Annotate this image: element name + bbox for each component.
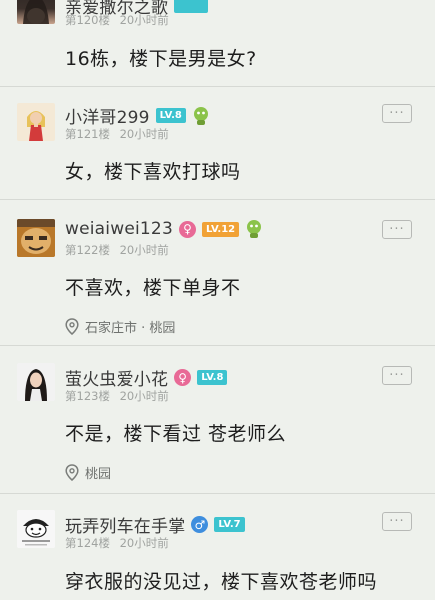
- username[interactable]: weiaiwei123: [65, 219, 173, 239]
- post-content: 穿衣服的没见过，楼下喜欢苍老师吗: [65, 571, 378, 593]
- divider: [0, 86, 435, 87]
- male-icon: ♂: [191, 516, 209, 533]
- post-time: 20小时前: [119, 127, 169, 141]
- post-content: 女，楼下喜欢打球吗: [65, 161, 241, 183]
- post-time: 20小时前: [119, 13, 169, 27]
- avatar[interactable]: [17, 363, 55, 401]
- post-meta: 第123楼 20小时前: [65, 388, 169, 404]
- floor-number: 第120楼: [65, 13, 110, 27]
- divider: [0, 493, 435, 494]
- avatar[interactable]: [17, 103, 55, 141]
- mascot-icon: [193, 106, 208, 125]
- avatar[interactable]: [17, 219, 55, 257]
- avatar[interactable]: [17, 0, 55, 24]
- post-meta: 第121楼 20小时前: [65, 126, 169, 142]
- more-options-button[interactable]: ···: [382, 366, 412, 385]
- level-badge: [174, 0, 209, 13]
- post-time: 20小时前: [119, 536, 169, 550]
- more-options-button[interactable]: ···: [382, 104, 412, 123]
- level-badge: LV.12: [201, 221, 240, 237]
- post-content: 不喜欢，楼下单身不: [65, 277, 241, 299]
- mascot-icon: [247, 220, 262, 238]
- floor-number: 第122楼: [65, 243, 110, 257]
- floor-number: 第123楼: [65, 389, 110, 403]
- post-content: 16栋，楼下是男是女?: [65, 48, 257, 70]
- more-options-button[interactable]: ···: [382, 512, 412, 531]
- floor-number: 第121楼: [65, 127, 110, 141]
- more-options-button[interactable]: ···: [382, 220, 412, 239]
- location-pin-icon: [65, 318, 79, 335]
- female-icon: ♀: [174, 369, 192, 386]
- divider: [0, 345, 435, 346]
- username[interactable]: 玩弄列车在手掌: [65, 512, 185, 537]
- username[interactable]: 小洋哥299: [65, 103, 150, 128]
- divider: [0, 199, 435, 200]
- level-badge: LV.8: [197, 370, 228, 385]
- post-content: 不是，楼下看过 苍老师么: [65, 423, 287, 445]
- location-pin-icon: [65, 464, 79, 481]
- post-time: 20小时前: [119, 243, 169, 257]
- username[interactable]: 萤火虫爱小花: [65, 365, 168, 390]
- level-badge: LV.7: [214, 517, 245, 532]
- post-meta: 第124楼 20小时前: [65, 535, 169, 551]
- post-location[interactable]: 石家庄市 · 桃园: [65, 317, 175, 336]
- post-location[interactable]: 桃园: [65, 463, 111, 482]
- location-text: 桃园: [85, 467, 112, 482]
- post-time: 20小时前: [119, 389, 169, 403]
- level-badge: LV.8: [155, 108, 186, 123]
- avatar[interactable]: [17, 510, 55, 548]
- post-meta: 第122楼 20小时前: [65, 242, 169, 258]
- post-meta: 第120楼 20小时前: [65, 12, 169, 28]
- female-icon: ♀: [178, 220, 196, 238]
- location-text: 石家庄市 · 桃园: [85, 321, 176, 336]
- floor-number: 第124楼: [65, 536, 110, 550]
